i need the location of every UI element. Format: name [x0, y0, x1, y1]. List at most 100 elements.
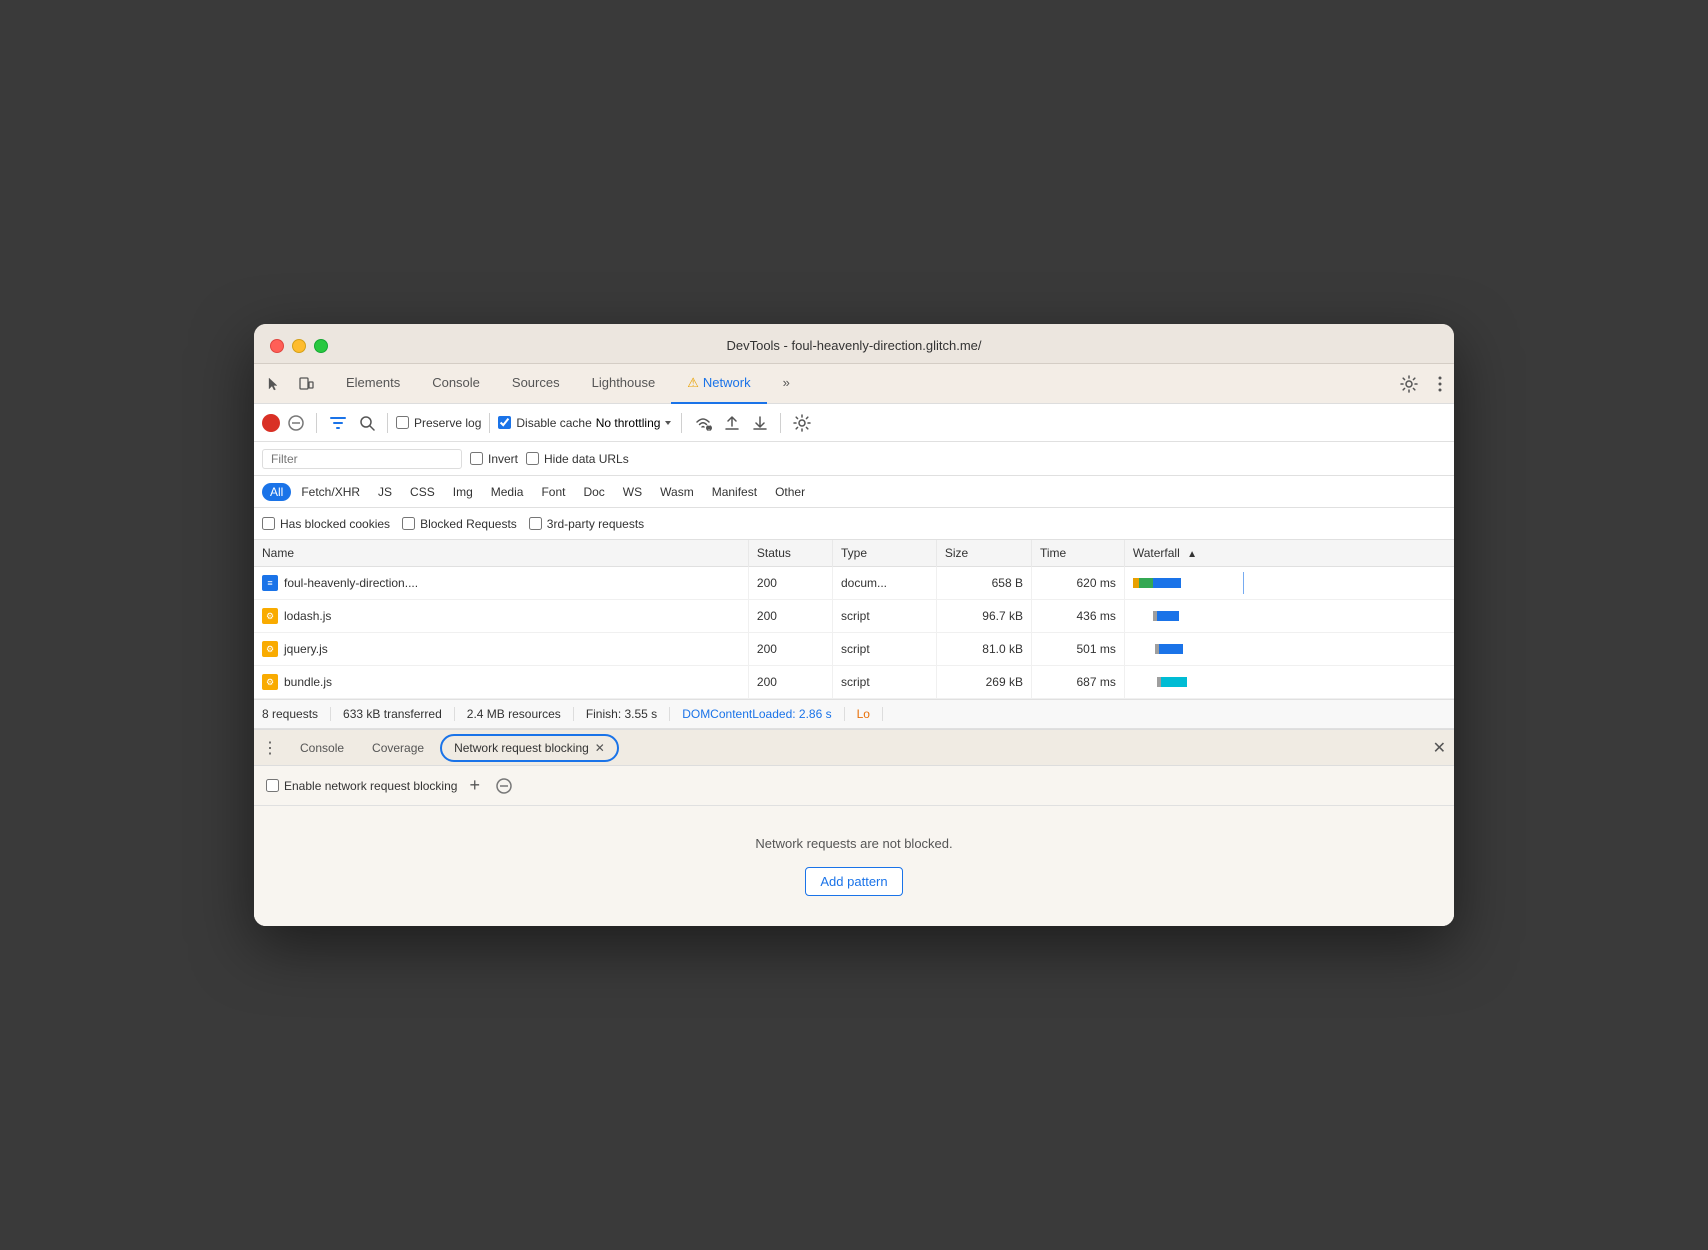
add-pattern-icon[interactable]: +	[465, 771, 484, 800]
filter-button[interactable]	[325, 410, 351, 436]
table-row[interactable]: ⚙ jquery.js 200script81.0 kB501 ms	[254, 633, 1454, 666]
type-filter-wasm[interactable]: Wasm	[652, 483, 702, 501]
network-settings-icon[interactable]	[789, 410, 815, 436]
row-size: 81.0 kB	[936, 633, 1031, 666]
blocking-message: Network requests are not blocked.	[755, 836, 952, 851]
third-party-checkbox[interactable]: 3rd-party requests	[529, 517, 644, 531]
checkbox-filter-bar: Has blocked cookies Blocked Requests 3rd…	[254, 508, 1454, 540]
window-title: DevTools - foul-heavenly-direction.glitc…	[726, 338, 981, 353]
bottom-panel: ⋮ Console Coverage Network request block…	[254, 729, 1454, 926]
download-icon[interactable]	[748, 411, 772, 435]
bottom-tab-console[interactable]: Console	[286, 730, 358, 766]
minimize-button[interactable]	[292, 339, 306, 353]
table-row[interactable]: ≡ foul-heavenly-direction.... 200docum..…	[254, 567, 1454, 600]
sort-arrow-icon: ▲	[1187, 549, 1197, 560]
bottom-tab-bar: ⋮ Console Coverage Network request block…	[254, 730, 1454, 766]
throttling-dropdown[interactable]: No throttling	[596, 416, 674, 430]
table-row[interactable]: ⚙ bundle.js 200script269 kB687 ms	[254, 666, 1454, 699]
main-tab-bar: Elements Console Sources Lighthouse ⚠ Ne…	[254, 364, 1454, 404]
network-toolbar: Preserve log Disable cache No throttling	[254, 404, 1454, 442]
separator-3	[489, 413, 490, 433]
hide-data-urls-checkbox[interactable]: Hide data URLs	[526, 452, 629, 466]
wifi-settings-icon[interactable]	[690, 410, 716, 436]
type-filter-media[interactable]: Media	[483, 483, 532, 501]
row-status: 200	[748, 633, 832, 666]
record-button[interactable]	[262, 414, 280, 432]
clear-blocking-icon[interactable]	[492, 774, 516, 798]
row-type: docum...	[833, 567, 937, 600]
col-name[interactable]: Name	[254, 540, 748, 567]
blocked-requests-checkbox[interactable]: Blocked Requests	[402, 517, 517, 531]
add-pattern-button[interactable]: Add pattern	[805, 867, 902, 896]
type-filter-doc[interactable]: Doc	[575, 483, 612, 501]
type-filter-img[interactable]: Img	[445, 483, 481, 501]
more-options-icon[interactable]	[1434, 372, 1446, 396]
row-name: jquery.js	[284, 642, 328, 656]
filter-input[interactable]	[262, 449, 462, 469]
separator-2	[387, 413, 388, 433]
table-header-row: Name Status Type Size Time	[254, 540, 1454, 567]
bottom-tab-coverage[interactable]: Coverage	[358, 730, 438, 766]
type-filter-all[interactable]: All	[262, 483, 291, 501]
table-row[interactable]: ⚙ lodash.js 200script96.7 kB436 ms	[254, 600, 1454, 633]
bottom-panel-more-icon[interactable]: ⋮	[262, 738, 278, 758]
type-filter-manifest[interactable]: Manifest	[704, 483, 765, 501]
requests-count: 8 requests	[262, 707, 331, 721]
type-filter-ws[interactable]: WS	[615, 483, 650, 501]
type-filter-font[interactable]: Font	[533, 483, 573, 501]
tab-sources[interactable]: Sources	[496, 364, 576, 404]
device-toggle-icon[interactable]	[294, 372, 318, 396]
preserve-log-checkbox[interactable]: Preserve log	[396, 416, 481, 430]
row-name: lodash.js	[284, 609, 331, 623]
tab-network[interactable]: ⚠ Network	[671, 364, 766, 404]
enable-blocking-checkbox[interactable]: Enable network request blocking	[266, 779, 457, 793]
traffic-lights	[270, 339, 328, 353]
tab-elements[interactable]: Elements	[330, 364, 416, 404]
cursor-icon[interactable]	[262, 372, 286, 396]
type-filter-other[interactable]: Other	[767, 483, 813, 501]
bottom-panel-close-icon[interactable]: ✕	[1433, 738, 1446, 758]
clear-button[interactable]	[284, 413, 308, 433]
close-button[interactable]	[270, 339, 284, 353]
bottom-tab-network-blocking[interactable]: Network request blocking ✕	[440, 734, 619, 762]
tab-right-icons	[1396, 371, 1446, 397]
type-filter-css[interactable]: CSS	[402, 483, 443, 501]
network-blocking-tab-close[interactable]: ✕	[595, 741, 605, 755]
tab-more[interactable]: »	[767, 364, 806, 404]
upload-icon[interactable]	[720, 411, 744, 435]
blocked-cookies-checkbox[interactable]: Has blocked cookies	[262, 517, 390, 531]
row-waterfall	[1124, 633, 1454, 666]
search-button[interactable]	[355, 411, 379, 435]
maximize-button[interactable]	[314, 339, 328, 353]
col-type[interactable]: Type	[833, 540, 937, 567]
table-body: ≡ foul-heavenly-direction.... 200docum..…	[254, 567, 1454, 699]
tab-console[interactable]: Console	[416, 364, 496, 404]
type-filter-js[interactable]: JS	[370, 483, 400, 501]
tab-lighthouse[interactable]: Lighthouse	[576, 364, 672, 404]
finish-time: Finish: 3.55 s	[574, 707, 670, 721]
separator-5	[780, 413, 781, 433]
col-time[interactable]: Time	[1031, 540, 1124, 567]
type-filter-bar: All Fetch/XHR JS CSS Img Media Font Doc …	[254, 476, 1454, 508]
row-type: script	[833, 666, 937, 699]
settings-icon[interactable]	[1396, 371, 1422, 397]
col-size[interactable]: Size	[936, 540, 1031, 567]
transferred-size: 633 kB transferred	[331, 707, 455, 721]
row-waterfall	[1124, 567, 1454, 600]
row-name: foul-heavenly-direction....	[284, 576, 418, 590]
devtools-window: DevTools - foul-heavenly-direction.glitc…	[254, 324, 1454, 926]
row-status: 200	[748, 666, 832, 699]
col-status[interactable]: Status	[748, 540, 832, 567]
devtools-body: Elements Console Sources Lighthouse ⚠ Ne…	[254, 364, 1454, 926]
invert-checkbox[interactable]: Invert	[470, 452, 518, 466]
row-time: 620 ms	[1031, 567, 1124, 600]
row-time: 687 ms	[1031, 666, 1124, 699]
row-size: 96.7 kB	[936, 600, 1031, 633]
separator-1	[316, 413, 317, 433]
title-bar: DevTools - foul-heavenly-direction.glitc…	[254, 324, 1454, 364]
blocking-content: Network requests are not blocked. Add pa…	[254, 806, 1454, 926]
network-warning-icon: ⚠	[687, 375, 699, 391]
disable-cache-checkbox[interactable]: Disable cache	[498, 416, 591, 430]
col-waterfall[interactable]: Waterfall ▲	[1124, 540, 1454, 567]
type-filter-fetch[interactable]: Fetch/XHR	[293, 483, 368, 501]
